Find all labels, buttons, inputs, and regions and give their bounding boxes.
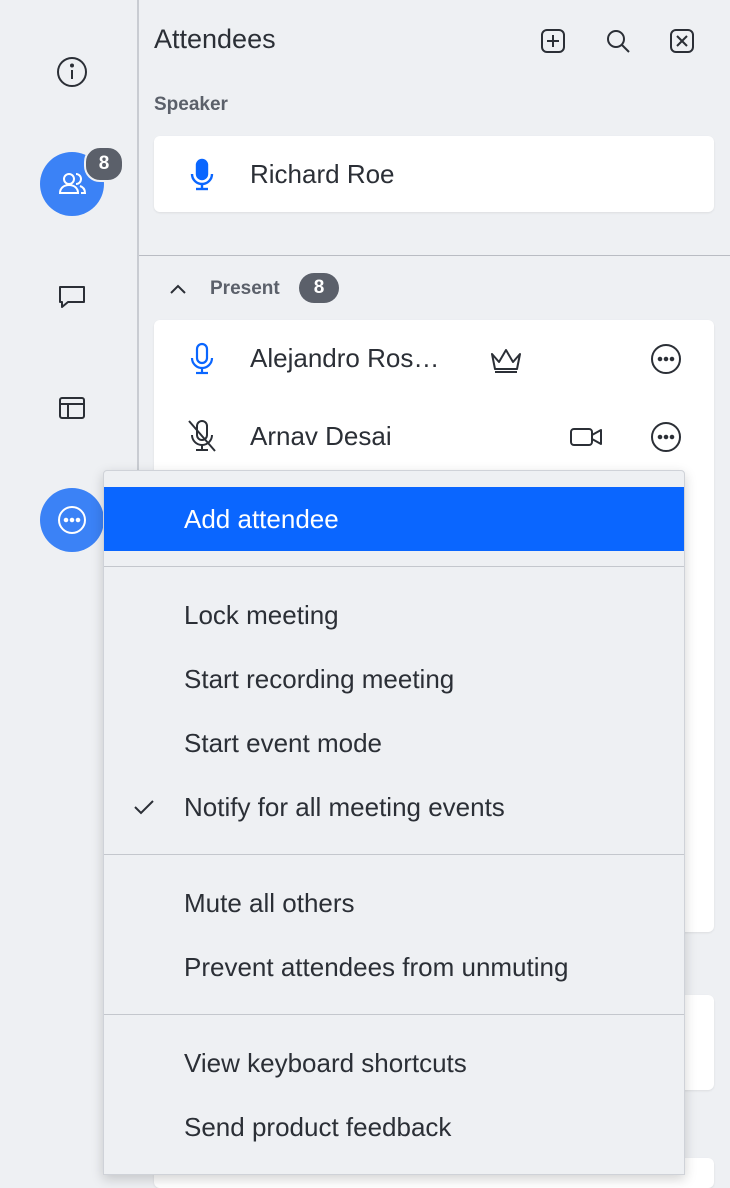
close-panel-button[interactable]: [665, 24, 699, 58]
attendees-count-badge: 8: [84, 146, 124, 182]
attendee-more-button[interactable]: [650, 421, 682, 453]
attendee-name: Alejandro Ros…: [250, 343, 440, 373]
menu-divider: [104, 566, 684, 567]
more-options-button[interactable]: [40, 488, 104, 552]
video-icon: [570, 428, 602, 446]
chat-icon: [59, 286, 85, 308]
more-options-icon: [651, 422, 681, 452]
menu-item-label: Start recording meeting: [184, 663, 455, 694]
menu-item-label: Add attendee: [184, 503, 339, 534]
chat-button[interactable]: [40, 264, 104, 328]
menu-item-label: View keyboard shortcuts: [184, 1047, 467, 1078]
checkmark-icon: [134, 800, 154, 815]
menu-item-label: Notify for all meeting events: [184, 791, 505, 822]
chevron-up-icon: [170, 284, 186, 294]
close-icon: [670, 29, 694, 53]
menu-item-label: Mute all others: [184, 887, 355, 918]
menu-divider: [104, 854, 684, 855]
add-attendee-header-button[interactable]: [536, 24, 570, 58]
present-section-label: Present: [210, 278, 280, 299]
layout-button[interactable]: [40, 376, 104, 440]
crown-icon: [491, 349, 521, 373]
menu-item-add-attendee[interactable]: Add attendee: [104, 487, 684, 551]
microphone-icon: [190, 158, 214, 191]
speaker-name: Richard Roe: [250, 159, 395, 189]
menu-item-start-event-mode[interactable]: Start event mode: [104, 711, 684, 775]
menu-item-label: Prevent attendees from unmuting: [184, 951, 569, 982]
attendees-icon: [58, 173, 87, 194]
attendee-more-button[interactable]: [650, 343, 682, 375]
microphone-outline-icon: [190, 342, 214, 375]
more-options-icon: [651, 344, 681, 374]
menu-item-prevent-unmuting[interactable]: Prevent attendees from unmuting: [104, 935, 684, 999]
menu-item-start-recording[interactable]: Start recording meeting: [104, 647, 684, 711]
more-options-menu: Add attendee Lock meeting Start recordin…: [103, 470, 685, 1175]
info-button[interactable]: [40, 40, 104, 104]
search-icon: [607, 30, 630, 53]
info-icon: [57, 57, 87, 87]
menu-item-notify-all-events[interactable]: Notify for all meeting events: [104, 775, 684, 839]
menu-item-label: Lock meeting: [184, 599, 339, 630]
search-button[interactable]: [601, 24, 635, 58]
present-count-badge: 8: [299, 273, 339, 303]
attendee-row[interactable]: Arnav Desai: [154, 398, 714, 476]
menu-item-label: Send product feedback: [184, 1111, 452, 1142]
add-icon: [541, 29, 565, 53]
layout-icon: [59, 397, 85, 419]
more-icon: [58, 506, 86, 534]
microphone-muted-icon: [188, 420, 216, 452]
speaker-section-label: Speaker: [154, 94, 228, 115]
menu-item-lock-meeting[interactable]: Lock meeting: [104, 583, 684, 647]
menu-item-label: Start event mode: [184, 727, 382, 758]
attendee-row[interactable]: Alejandro Ros…: [154, 320, 714, 398]
speaker-card[interactable]: Richard Roe: [154, 136, 714, 212]
menu-item-send-feedback[interactable]: Send product feedback: [104, 1095, 684, 1159]
menu-divider: [104, 1014, 684, 1015]
menu-item-keyboard-shortcuts[interactable]: View keyboard shortcuts: [104, 1031, 684, 1095]
section-divider: [139, 255, 730, 256]
panel-title: Attendees: [154, 24, 276, 54]
attendee-name: Arnav Desai: [250, 421, 392, 451]
menu-item-mute-all-others[interactable]: Mute all others: [104, 871, 684, 935]
